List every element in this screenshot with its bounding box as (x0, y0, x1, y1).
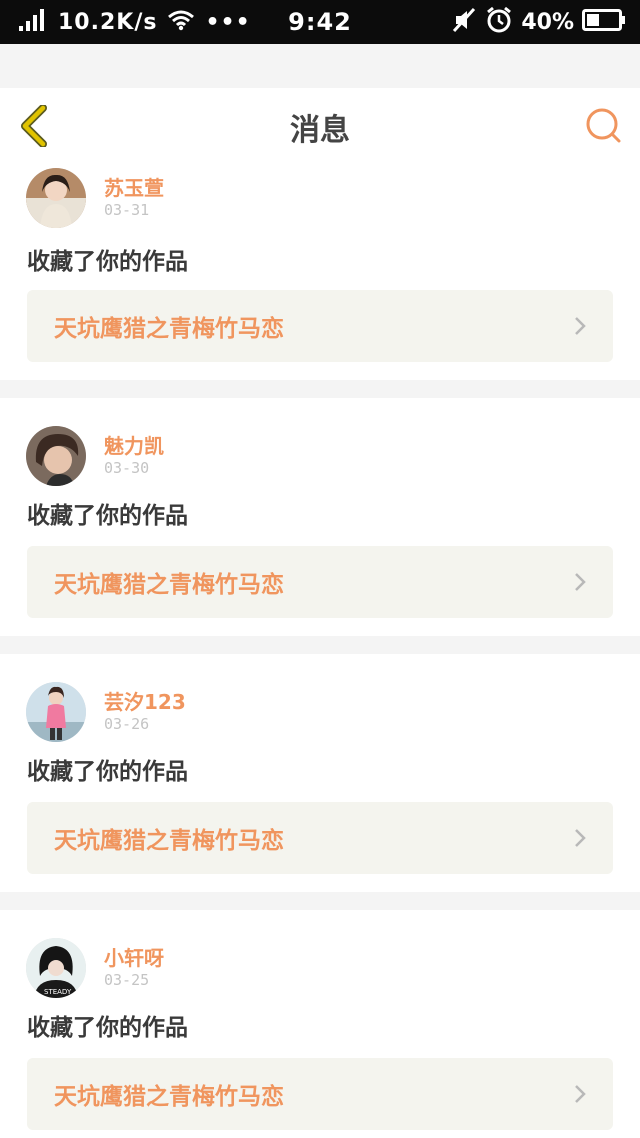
avatar[interactable] (26, 426, 86, 486)
message-date: 03-25 (104, 971, 150, 989)
chevron-right-icon (573, 1084, 587, 1104)
work-title: 天坑鹰猎之青梅竹马恋 (54, 828, 284, 854)
work-link[interactable]: 天坑鹰猎之青梅竹马恋 (27, 290, 613, 362)
status-bar: 10.2K/s ••• 9:42 40% (0, 0, 640, 44)
mute-icon (451, 7, 477, 37)
search-button[interactable] (582, 106, 626, 150)
work-title: 天坑鹰猎之青梅竹马恋 (54, 572, 284, 598)
message-card: 魅力凯 03-30 收藏了你的作品 天坑鹰猎之青梅竹马恋 (0, 398, 640, 636)
message-date: 03-31 (104, 201, 150, 219)
svg-text:STEADY: STEADY (44, 988, 72, 996)
message-card: STEADY 小轩呀 03-25 收藏了你的作品 天坑鹰猎之青梅竹马恋 (0, 910, 640, 1138)
chevron-right-icon (573, 572, 587, 592)
message-date: 03-30 (104, 459, 150, 477)
action-text: 收藏了你的作品 (27, 1015, 188, 1041)
message-card: 苏玉萱 03-31 收藏了你的作品 天坑鹰猎之青梅竹马恋 (0, 166, 640, 380)
action-text: 收藏了你的作品 (27, 503, 188, 529)
action-text: 收藏了你的作品 (27, 759, 188, 785)
page-title: 消息 (290, 113, 350, 148)
user-name[interactable]: 魅力凯 (104, 434, 164, 458)
chevron-right-icon (573, 316, 587, 336)
message-card: 芸汐123 03-26 收藏了你的作品 天坑鹰猎之青梅竹马恋 (0, 654, 640, 892)
user-name[interactable]: 芸汐123 (104, 690, 186, 714)
action-text: 收藏了你的作品 (27, 249, 188, 275)
user-name[interactable]: 苏玉萱 (104, 176, 164, 200)
battery-percent: 40% (521, 9, 574, 35)
work-link[interactable]: 天坑鹰猎之青梅竹马恋 (27, 802, 613, 874)
avatar[interactable]: STEADY (26, 938, 86, 998)
message-list: 苏玉萱 03-31 收藏了你的作品 天坑鹰猎之青梅竹马恋 魅力凯 03-30 收… (0, 166, 640, 1138)
top-nav-bar: 消息 (0, 88, 640, 167)
message-date: 03-26 (104, 715, 150, 733)
work-title: 天坑鹰猎之青梅竹马恋 (54, 316, 284, 342)
avatar[interactable] (26, 168, 86, 228)
work-link[interactable]: 天坑鹰猎之青梅竹马恋 (27, 546, 613, 618)
alarm-icon (485, 6, 513, 38)
clock: 9:42 (288, 8, 352, 36)
chevron-right-icon (573, 828, 587, 848)
work-title: 天坑鹰猎之青梅竹马恋 (54, 1084, 284, 1110)
battery-icon (582, 8, 626, 36)
user-name[interactable]: 小轩呀 (104, 946, 164, 970)
avatar[interactable] (26, 682, 86, 742)
work-link[interactable]: 天坑鹰猎之青梅竹马恋 (27, 1058, 613, 1130)
search-icon (585, 107, 623, 149)
